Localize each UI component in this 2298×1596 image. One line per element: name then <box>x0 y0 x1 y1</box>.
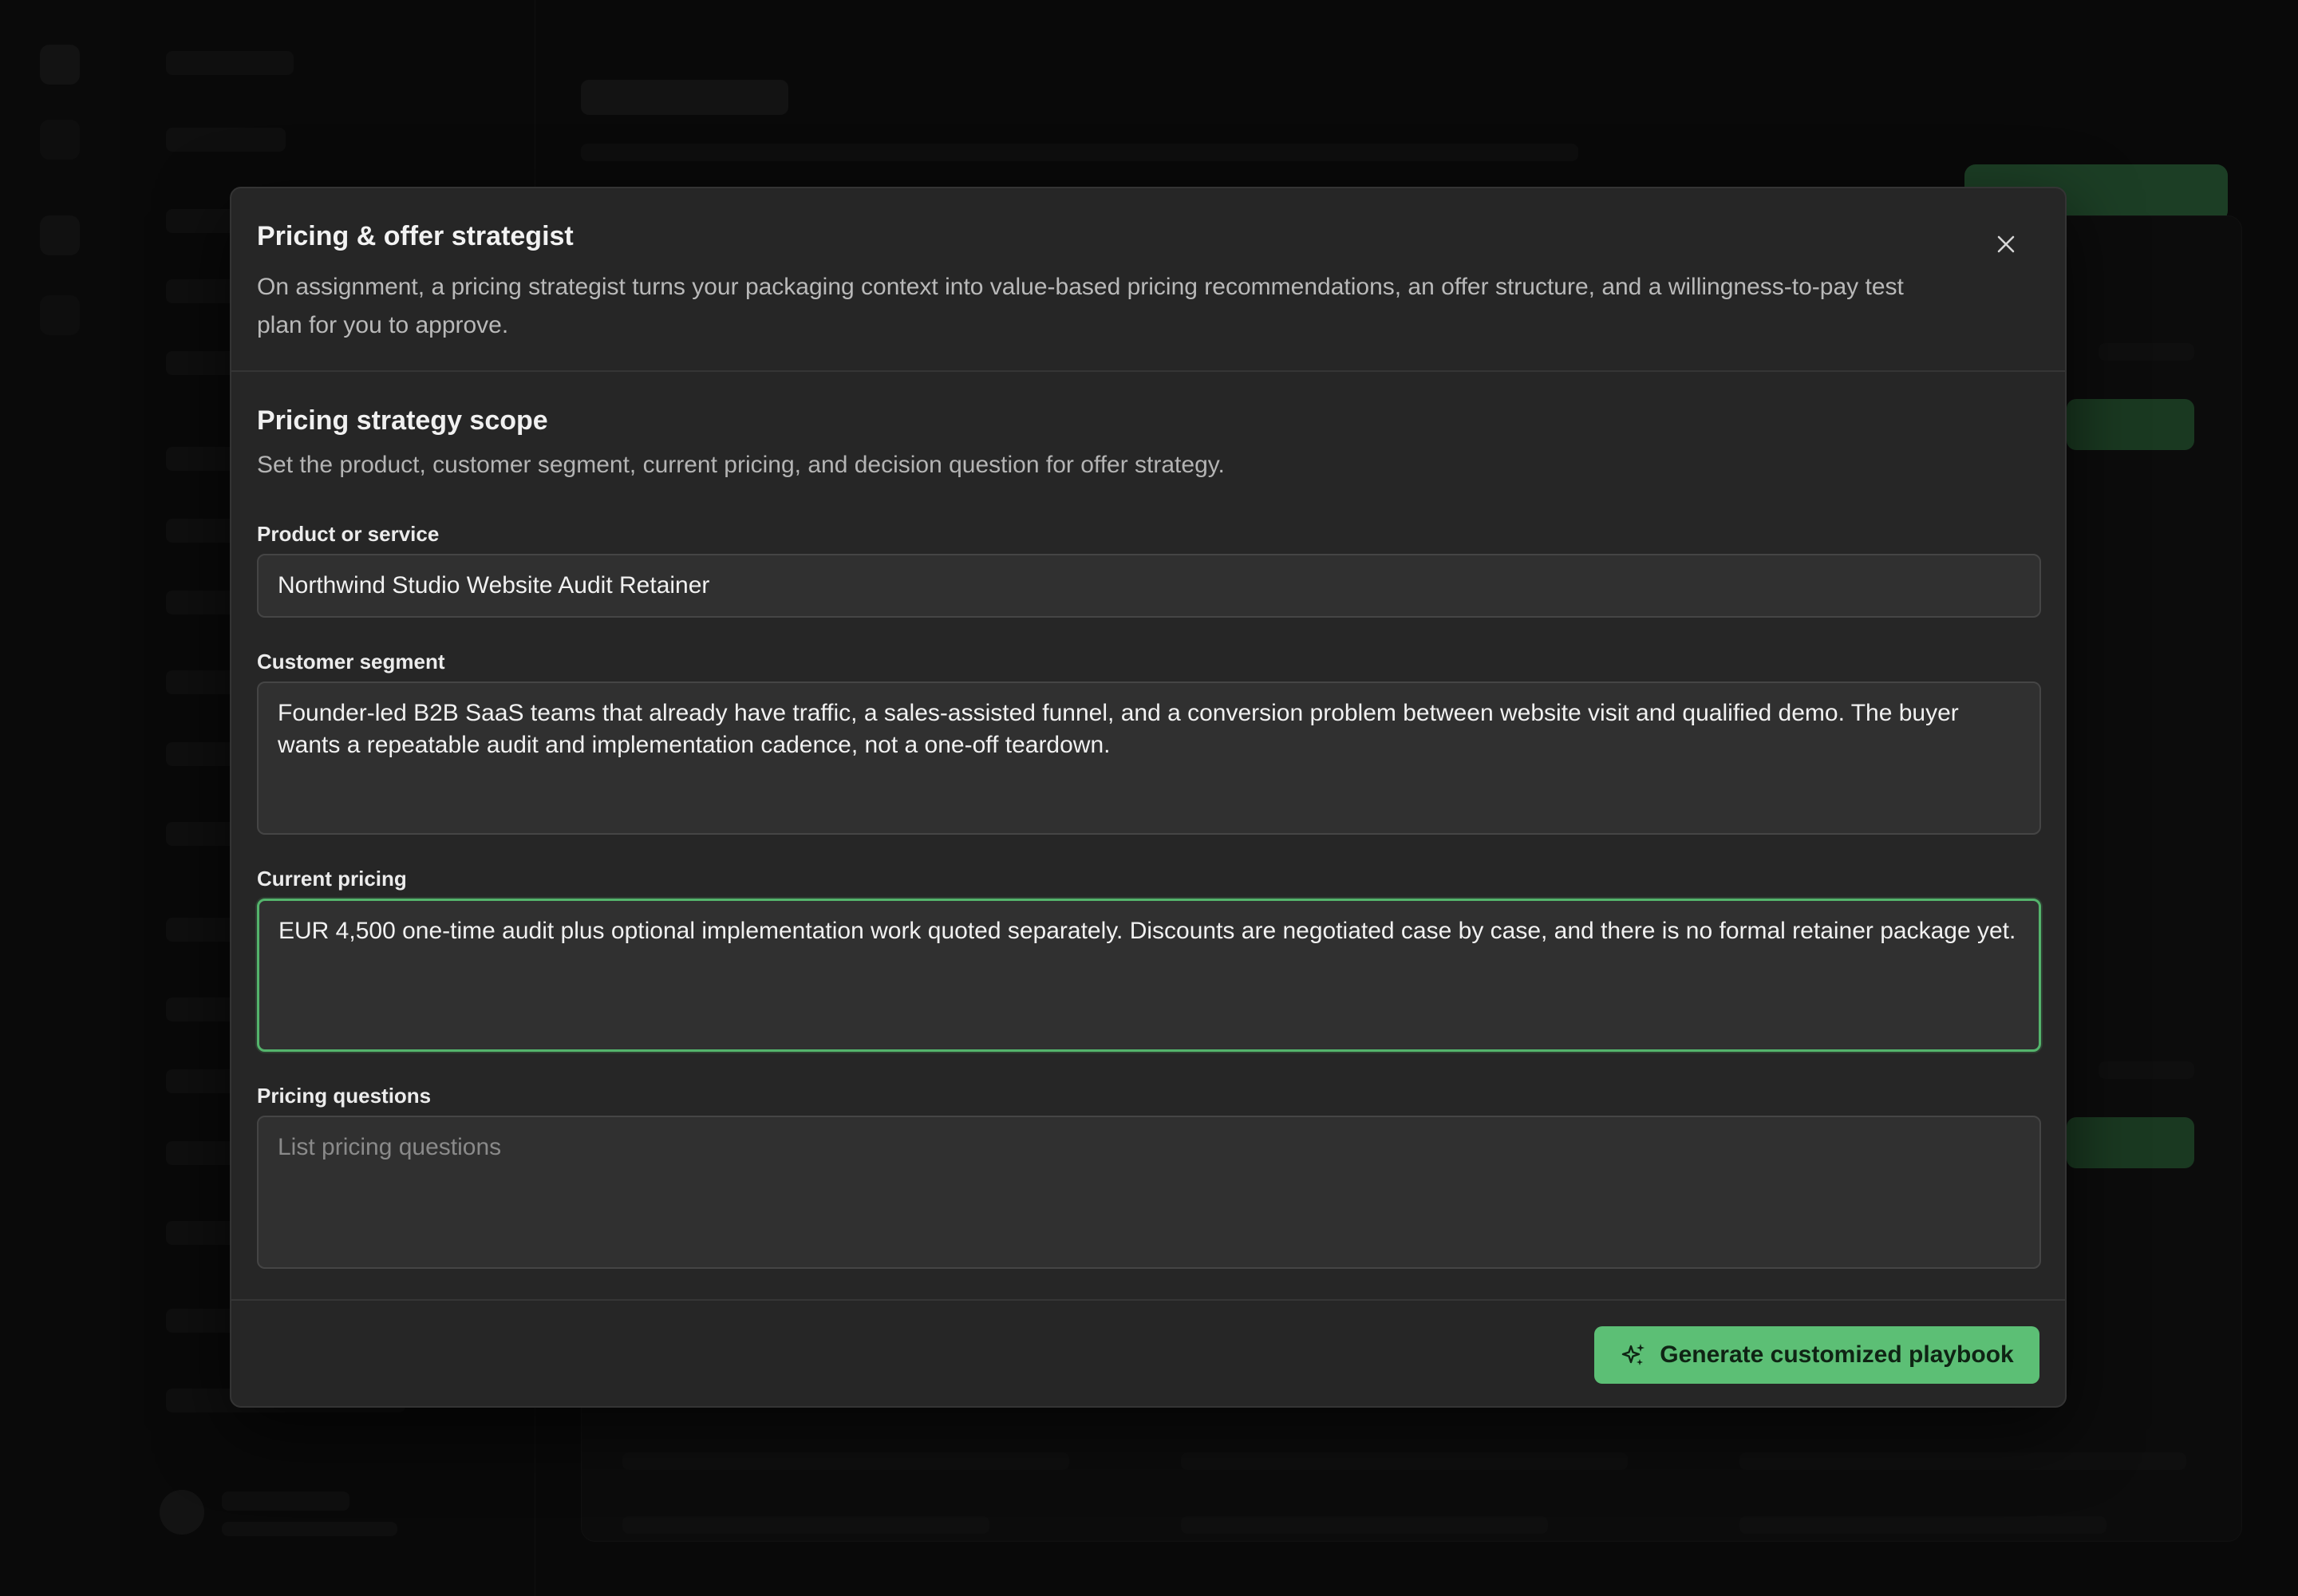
sparkles-icon <box>1622 1344 1645 1365</box>
pricing-label: Current pricing <box>257 867 407 891</box>
scope-description: Set the product, customer segment, curre… <box>257 452 1225 478</box>
questions-label: Pricing questions <box>257 1084 432 1108</box>
segment-textarea[interactable]: Founder-led B2B SaaS teams that already … <box>257 681 2041 835</box>
dialog-title: Pricing & offer strategist <box>257 221 574 251</box>
close-button[interactable] <box>1984 222 2028 267</box>
questions-textarea[interactable]: List pricing questions <box>257 1116 2041 1269</box>
scope-title: Pricing strategy scope <box>257 405 548 436</box>
dialog-footer: Generate customized playbook <box>231 1299 2065 1408</box>
product-input[interactable]: Northwind Studio Website Audit Retainer <box>257 554 2041 618</box>
pricing-strategist-dialog: Pricing & offer strategist On assignment… <box>230 187 2067 1408</box>
dialog-description: On assignment, a pricing strategist turn… <box>257 274 1904 338</box>
generate-playbook-label: Generate customized playbook <box>1660 1341 2014 1368</box>
generate-playbook-button[interactable]: Generate customized playbook <box>1594 1326 2039 1384</box>
product-label: Product or service <box>257 522 440 546</box>
pricing-textarea[interactable]: EUR 4,500 one-time audit plus optional i… <box>257 899 2041 1052</box>
dialog-header: Pricing & offer strategist On assignment… <box>231 188 2065 372</box>
close-icon <box>1997 235 2015 253</box>
segment-label: Customer segment <box>257 650 445 674</box>
